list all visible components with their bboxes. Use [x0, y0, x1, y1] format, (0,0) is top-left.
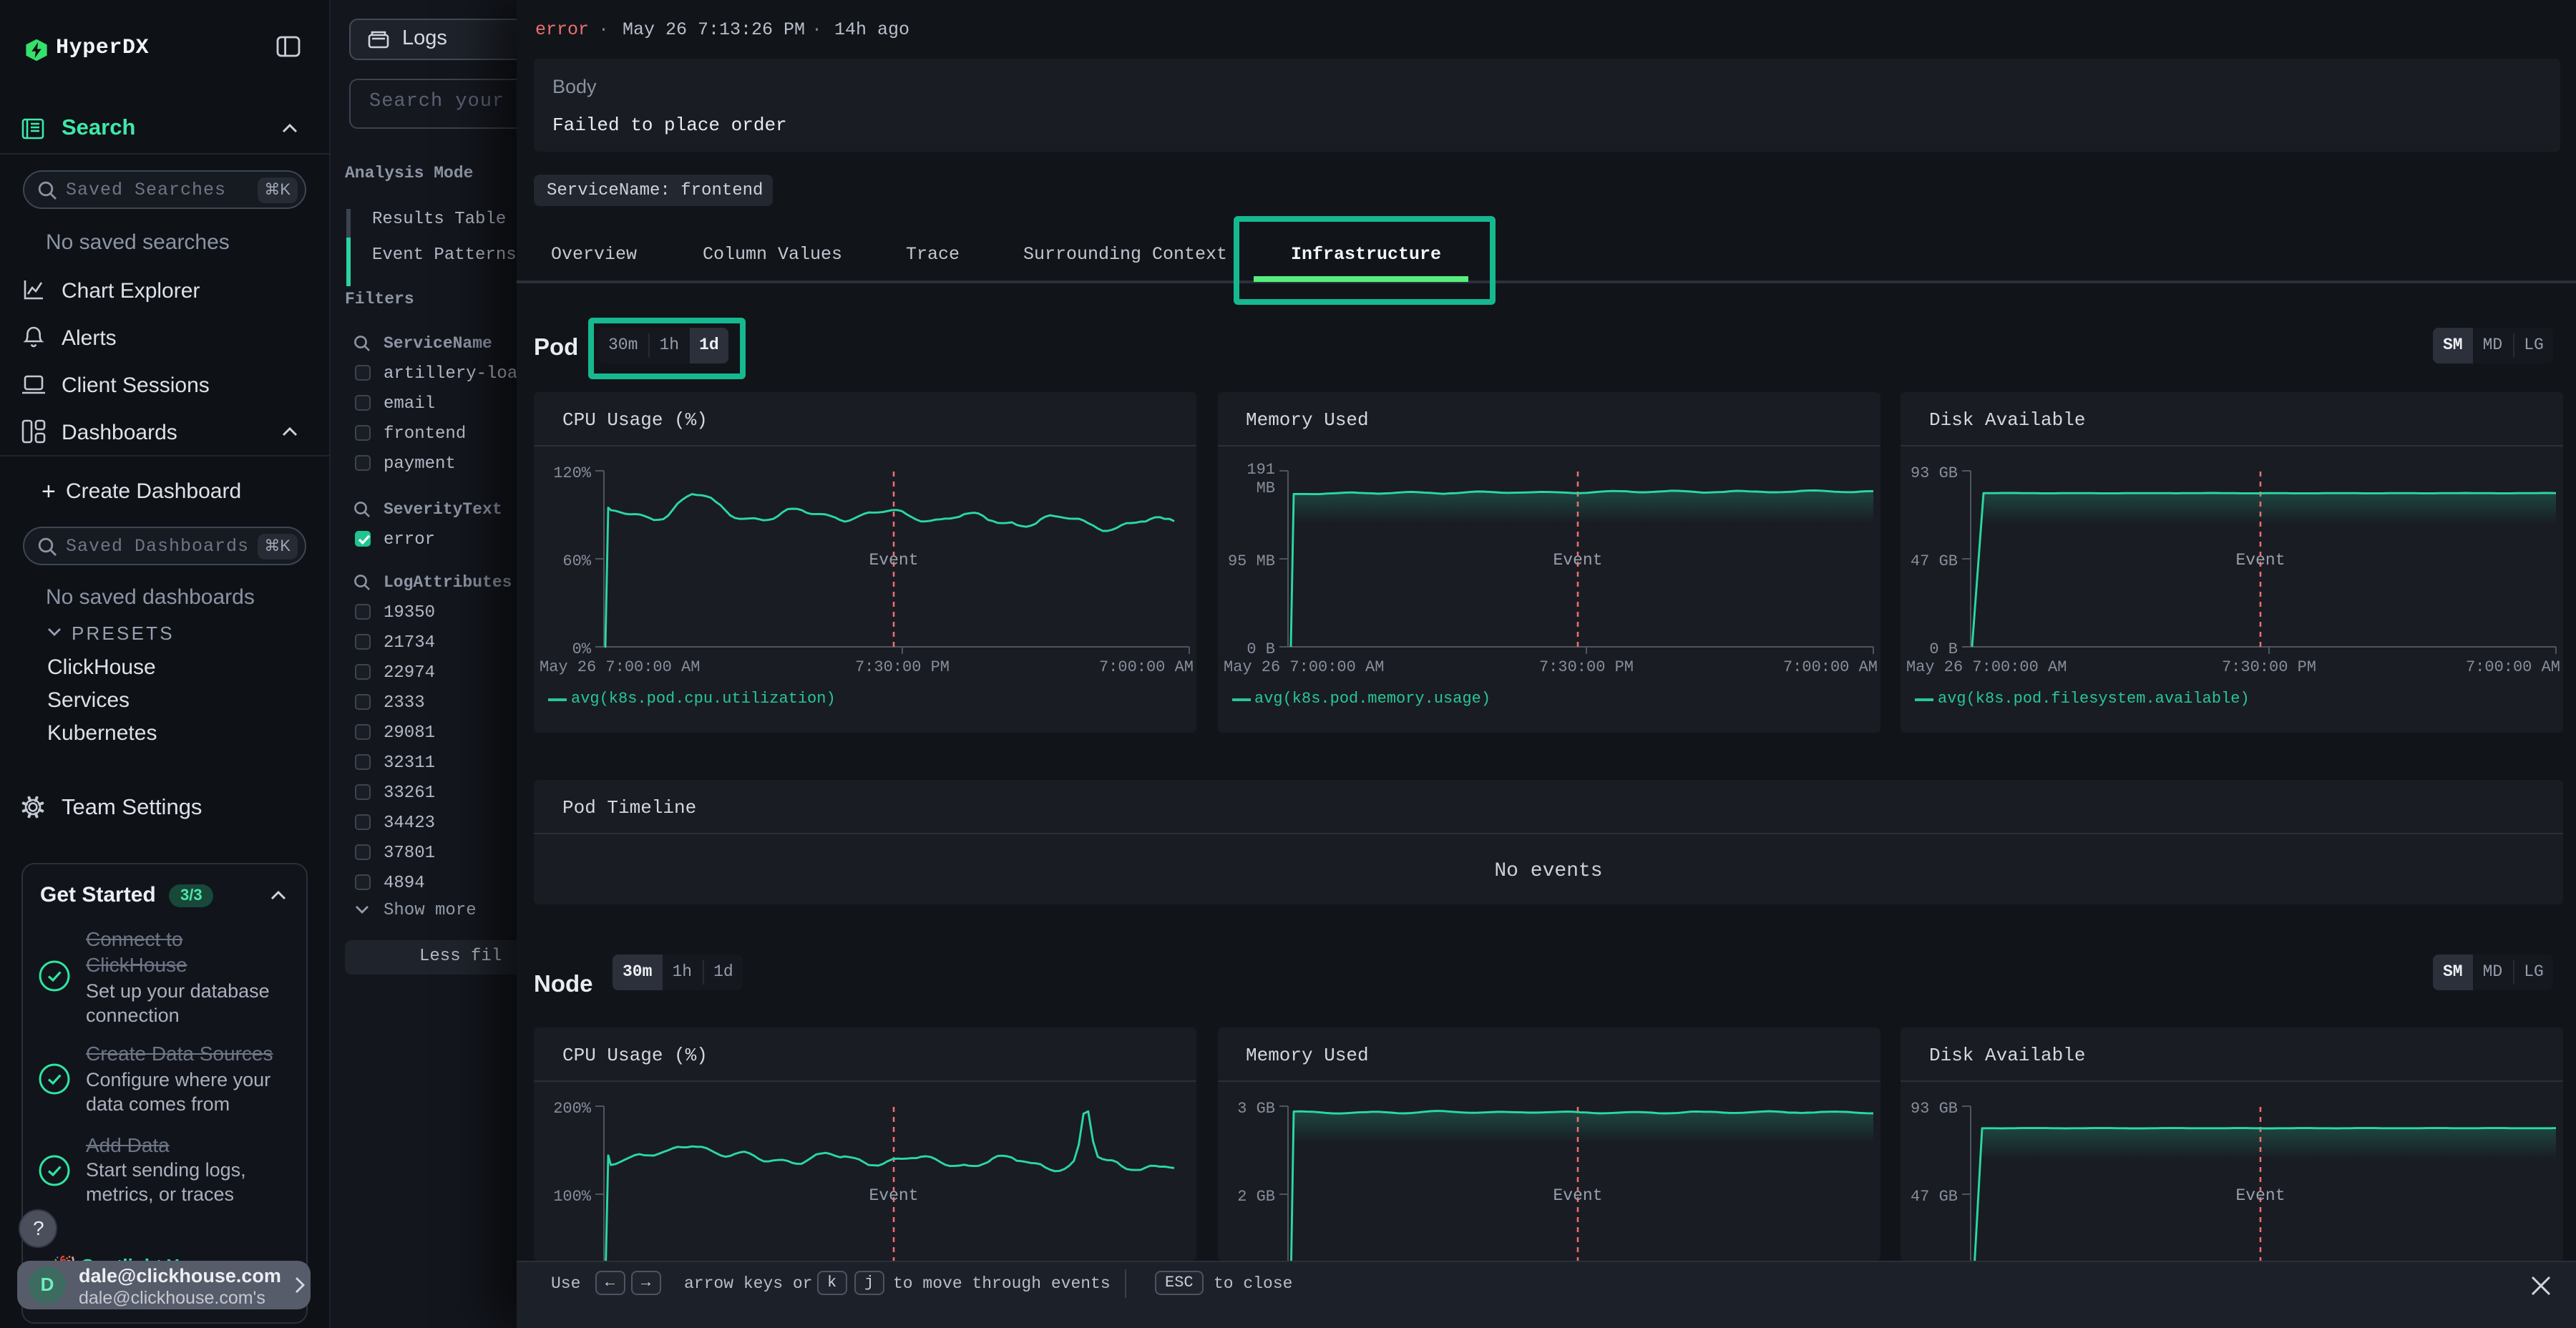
svg-text:47 GB: 47 GB: [1911, 1188, 1958, 1206]
svg-text:7:00:00 AM: 7:00:00 AM: [2466, 658, 2560, 676]
svg-text:0 B: 0 B: [1246, 640, 1274, 658]
svg-text:Event: Event: [869, 1186, 918, 1205]
svg-text:May 26 7:00:00 AM: May 26 7:00:00 AM: [1906, 658, 2067, 676]
svg-text:7:30:00 PM: 7:30:00 PM: [855, 658, 950, 676]
svg-text:Event: Event: [869, 551, 918, 570]
svg-text:Event: Event: [1552, 1186, 1601, 1205]
svg-text:100%: 100%: [553, 1188, 592, 1206]
svg-text:7:00:00 AM: 7:00:00 AM: [1099, 658, 1194, 676]
svg-text:Event: Event: [2235, 1186, 2285, 1205]
svg-text:May 26 7:00:00 AM: May 26 7:00:00 AM: [1223, 658, 1383, 676]
svg-text:Event: Event: [2235, 551, 2285, 570]
svg-text:0 B: 0 B: [1929, 640, 1958, 658]
svg-text:7:30:00 PM: 7:30:00 PM: [2222, 658, 2316, 676]
svg-text:60%: 60%: [562, 552, 591, 570]
svg-text:200%: 200%: [553, 1100, 592, 1118]
svg-text:2 GB: 2 GB: [1236, 1188, 1274, 1206]
svg-text:0%: 0%: [572, 640, 592, 658]
svg-text:MB: MB: [1256, 479, 1274, 497]
svg-text:3 GB: 3 GB: [1236, 1100, 1274, 1118]
svg-text:120%: 120%: [553, 464, 592, 482]
svg-text:93 GB: 93 GB: [1911, 1100, 1958, 1118]
svg-text:7:30:00 PM: 7:30:00 PM: [1538, 658, 1633, 676]
svg-text:May 26 7:00:00 AM: May 26 7:00:00 AM: [540, 658, 700, 676]
svg-text:95 MB: 95 MB: [1227, 552, 1274, 570]
svg-text:191: 191: [1246, 461, 1274, 479]
svg-text:Event: Event: [1552, 551, 1601, 570]
svg-text:93 GB: 93 GB: [1911, 464, 1958, 482]
svg-text:7:00:00 AM: 7:00:00 AM: [1782, 658, 1877, 676]
svg-text:47 GB: 47 GB: [1911, 552, 1958, 570]
